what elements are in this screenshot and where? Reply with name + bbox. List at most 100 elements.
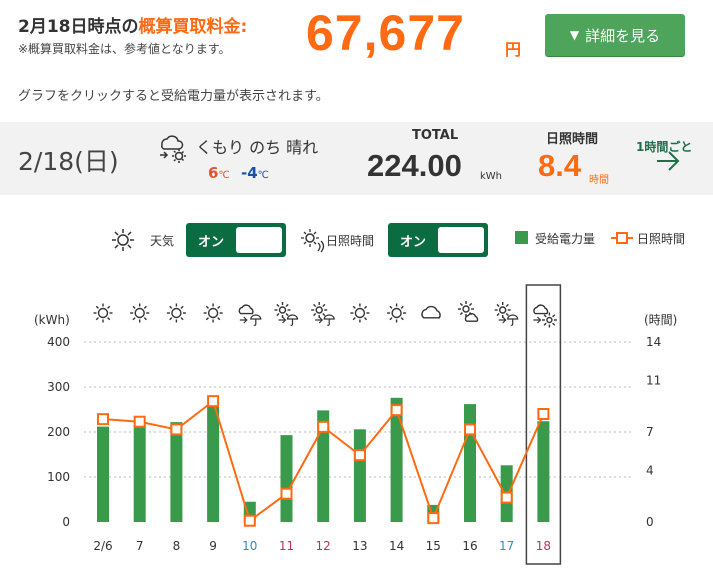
- toggle-knob: [236, 227, 282, 253]
- right-tick-label: 0: [646, 515, 654, 529]
- sunshine-toggle-state: オン: [400, 235, 427, 250]
- right-tick-label: 14: [646, 335, 661, 349]
- sun-rain-icon: [311, 302, 335, 326]
- sun-rain-icon: [494, 302, 519, 326]
- power-bar[interactable]: [170, 422, 183, 522]
- sunshine-value: 8.4: [538, 148, 582, 183]
- sun-icon: [166, 303, 186, 323]
- legend-power[interactable]: 受給電力量: [535, 230, 595, 247]
- power-bar[interactable]: [97, 426, 109, 522]
- right-tick-label: 4: [646, 464, 654, 478]
- cloud-rain-icon: [238, 304, 262, 326]
- sunshine-point[interactable]: [280, 487, 293, 500]
- legend-bar-swatch: [515, 231, 528, 244]
- temp-unit: ℃: [218, 170, 230, 181]
- selected-date: 2/18(日): [18, 147, 119, 176]
- legend-line-swatch: [611, 230, 633, 249]
- detail-button[interactable]: ▼ 詳細を見る: [545, 14, 685, 56]
- sunshine-point[interactable]: [427, 512, 440, 525]
- x-tick-label[interactable]: 7: [136, 539, 144, 553]
- x-tick-label[interactable]: 16: [462, 539, 477, 553]
- sunshine-point[interactable]: [353, 449, 366, 462]
- sunshine-label: 日照時間: [546, 132, 599, 147]
- amount-unit: 円: [505, 40, 522, 59]
- page-title: 2月18日時点の概算買取料金:: [18, 12, 247, 37]
- sunshine-unit: 時間: [589, 175, 609, 186]
- sun-icon: [93, 303, 113, 323]
- weather-toggle-label: 天気: [150, 234, 175, 248]
- temp-low: -4℃: [241, 164, 269, 182]
- temp-high: 6℃: [208, 164, 230, 182]
- x-tick-label[interactable]: 13: [352, 539, 367, 553]
- x-tick-label[interactable]: 8: [173, 539, 181, 553]
- sunshine-point[interactable]: [537, 408, 550, 420]
- sun-rays-icon: [300, 227, 326, 257]
- sun-icon: [130, 303, 150, 323]
- left-axis-label: (kWh): [34, 313, 70, 327]
- left-tick-label: 300: [47, 380, 70, 394]
- total-label: TOTAL: [412, 128, 459, 143]
- toggle-knob: [438, 227, 484, 253]
- sunshine-point[interactable]: [464, 423, 476, 436]
- chart-hint: グラフをクリックすると受給電力量が表示されます。: [18, 89, 329, 104]
- sunshine-point[interactable]: [170, 423, 183, 436]
- sunshine-point[interactable]: [500, 491, 513, 504]
- total-unit: kWh: [480, 171, 503, 182]
- title-highlight: 概算買取料金:: [138, 17, 248, 37]
- sunshine-point[interactable]: [133, 415, 146, 428]
- weather-toggle[interactable]: オン: [186, 223, 286, 257]
- weather-text: くもり のち 晴れ: [196, 138, 319, 157]
- x-tick-label[interactable]: 15: [426, 539, 441, 553]
- sunshine-point[interactable]: [207, 395, 220, 408]
- estimate-note: ※概算買取料金は、参考値となります。: [18, 42, 231, 56]
- left-tick-label: 400: [47, 335, 70, 349]
- cloud-icon: [421, 305, 441, 319]
- right-tick-label: 7: [646, 425, 654, 439]
- sunshine-point[interactable]: [317, 420, 330, 433]
- sunshine-point[interactable]: [243, 514, 256, 527]
- detail-button-label: 詳細を見る: [585, 26, 661, 45]
- x-tick-label[interactable]: 14: [389, 539, 404, 553]
- sun-rain-icon: [274, 302, 299, 326]
- sunshine-point[interactable]: [390, 404, 403, 417]
- right-axis-label: (時間): [644, 313, 677, 327]
- power-bar[interactable]: [464, 404, 476, 522]
- power-bar[interactable]: [207, 405, 220, 522]
- x-tick-label[interactable]: 17: [499, 539, 514, 553]
- sunshine-toggle-label: 日照時間: [326, 234, 375, 248]
- power-bar[interactable]: [537, 421, 550, 522]
- estimated-amount: 67,677: [306, 5, 465, 61]
- total-value: 224.00: [367, 148, 462, 183]
- power-bar[interactable]: [353, 429, 366, 522]
- x-tick-label[interactable]: 18: [536, 539, 551, 553]
- left-tick-label: 100: [47, 470, 70, 484]
- sun-icon: [110, 227, 136, 257]
- x-tick-label[interactable]: 2/6: [93, 539, 112, 553]
- power-chart[interactable]: 0 100 200 300 400 0 4 7 11 14 (kWh) (時間) 2/6 7 8 9 10 11 1…: [0, 280, 713, 571]
- temp-high-value: 6: [208, 164, 219, 182]
- power-bar[interactable]: [133, 424, 146, 522]
- power-bar[interactable]: [280, 435, 293, 522]
- temp-unit: ℃: [257, 170, 269, 181]
- temp-low-value: -4: [241, 164, 258, 182]
- sun-cloud-icon: [458, 301, 479, 322]
- left-tick-label: 0: [62, 515, 70, 529]
- triangle-down-icon: ▼: [569, 28, 580, 42]
- x-tick-label[interactable]: 11: [279, 539, 294, 553]
- sunshine-toggle[interactable]: オン: [388, 223, 488, 257]
- cloud-then-sun-icon: [533, 304, 557, 328]
- x-tick-label[interactable]: 10: [242, 539, 257, 553]
- title-prefix: 2月18日時点の: [18, 17, 139, 37]
- sunshine-point[interactable]: [97, 413, 109, 426]
- sun-icon: [350, 303, 370, 323]
- legend-sunshine[interactable]: 日照時間: [637, 230, 685, 247]
- sun-icon: [203, 303, 223, 323]
- right-tick-label: 11: [646, 374, 661, 388]
- x-tick-label[interactable]: 12: [316, 539, 331, 553]
- left-tick-label: 200: [47, 425, 70, 439]
- arrow-right-icon[interactable]: [656, 150, 680, 176]
- weather-toggle-state: オン: [198, 235, 225, 250]
- sun-icon: [387, 303, 407, 323]
- cloud-then-sun-icon: [157, 131, 191, 169]
- x-tick-label[interactable]: 9: [209, 539, 217, 553]
